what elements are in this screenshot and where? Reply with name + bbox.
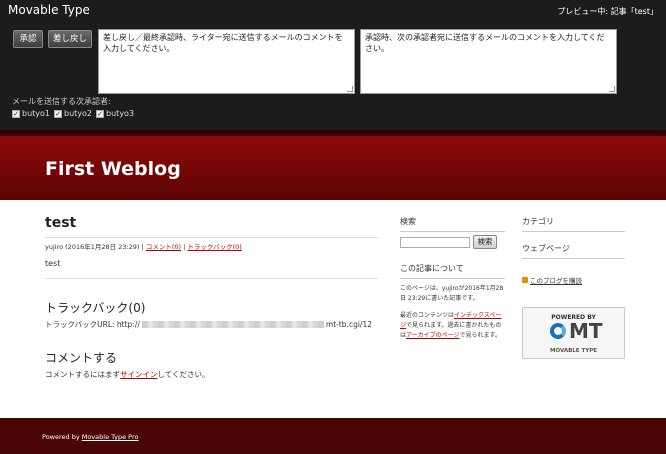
resize-grip-icon[interactable] — [609, 86, 615, 92]
blog-header: First Weblog — [0, 130, 666, 200]
checkbox-checked-icon[interactable]: ✓ — [96, 109, 105, 118]
about-text: このページは、yujiroが2016年1月28日 23:29に書いた記事です。 — [400, 285, 504, 302]
main-content: test yujiro (2016年1月28日 23:29) | コメント(0)… — [0, 200, 666, 418]
rss-feed-icon — [522, 277, 528, 283]
entry-author-date: yujiro (2016年1月28日 23:29) — [45, 243, 140, 251]
recipient-checkbox-butyo1[interactable]: ✓ butyo1 — [12, 109, 50, 118]
trackbacks-link[interactable]: トラックバック(0) — [187, 243, 241, 251]
entry-meta: yujiro (2016年1月28日 23:29) | コメント(0) | トラ… — [45, 237, 378, 251]
resize-grip-icon[interactable] — [347, 86, 353, 92]
reject-comment-textarea[interactable]: 差し戻し／最終承認時、ライター宛に送信するメールのコメントを入力してください。 — [98, 29, 355, 94]
app-brand: Movable Type — [8, 3, 90, 17]
approve-comment-textarea[interactable]: 承認時、次の承認者宛に送信するメールのコメントを入力してください。 — [360, 29, 617, 94]
blog-title[interactable]: First Weblog — [45, 158, 181, 180]
comment-text-before: コメントするにはまず — [45, 370, 120, 379]
recipient-checkboxes: ✓ butyo1 ✓ butyo2 ✓ butyo3 — [12, 109, 134, 118]
comments-link[interactable]: コメント(0) — [146, 243, 181, 251]
trackback-heading: トラックバック(0) — [45, 301, 146, 315]
archive-page-link[interactable]: アーカイブのページ — [406, 332, 460, 339]
powered-by-mt-badge[interactable]: POWERED BY MT MOVABLE TYPE — [522, 307, 625, 359]
badge-sub-text: MOVABLE TYPE — [549, 348, 598, 354]
recipient-label: butyo2 — [64, 109, 93, 118]
approve-button[interactable]: 承認 — [13, 30, 43, 48]
footer-text: Powered by Movable Type Pro — [42, 433, 138, 441]
checkbox-checked-icon[interactable]: ✓ — [54, 109, 63, 118]
trackback-url: トラックバックURL: http:// mt-tb.cgi/12 — [45, 319, 372, 330]
subscribe-link[interactable]: このブログを購読 — [530, 275, 582, 285]
comment-signin-text: コメントするにはまずサインインしてください。 — [45, 369, 210, 380]
subscribe-feed[interactable]: このブログを購読 — [522, 275, 582, 285]
recipients-label: メールを送信する次承認者: — [12, 97, 111, 106]
about-text-links: 最近のコンテンツはインデックスページで見られます。過去に書かれたものはアーカイブ… — [400, 311, 505, 341]
recipient-checkbox-butyo3[interactable]: ✓ butyo3 — [96, 109, 134, 118]
footer-mt-link[interactable]: Movable Type Pro — [82, 433, 139, 441]
about-text-part: 最近のコンテンツは — [400, 312, 455, 319]
search-button[interactable]: 検索 — [473, 235, 497, 249]
meta-separator: | — [141, 243, 144, 251]
about-heading: この記事について — [400, 263, 505, 279]
comment-text-after: してください。 — [157, 370, 210, 379]
preview-toolbar: Movable Type プレビュー中: 記事「test」 承認 差し戻し 差し… — [0, 0, 666, 130]
signin-link[interactable]: サインイン — [120, 370, 158, 379]
entry-title: test — [45, 215, 77, 231]
search-heading: 検索 — [400, 216, 505, 232]
comment-heading: コメントする — [45, 351, 118, 365]
entry-divider — [45, 278, 378, 279]
recipient-label: butyo1 — [22, 109, 51, 118]
checkbox-checked-icon[interactable]: ✓ — [12, 109, 20, 118]
recipient-label: butyo3 — [106, 109, 135, 118]
footer-powered-label: Powered by — [42, 433, 82, 441]
trackback-url-label: トラックバックURL: http:// — [45, 320, 140, 329]
search-input[interactable] — [400, 237, 470, 248]
meta-separator: | — [183, 243, 186, 251]
mt-logo: MT — [550, 321, 603, 341]
footer: Powered by Movable Type Pro — [0, 418, 666, 454]
mt-logo-text: MT — [569, 319, 603, 343]
mt-logo-icon — [550, 323, 566, 339]
reject-comment-text: 差し戻し／最終承認時、ライター宛に送信するメールのコメントを入力してください。 — [103, 33, 343, 53]
approve-comment-text: 承認時、次の承認者宛に送信するメールのコメントを入力してください。 — [365, 33, 605, 53]
reject-button[interactable]: 差し戻し — [48, 30, 92, 48]
redacted-url — [141, 321, 324, 328]
entry-body: test — [45, 259, 61, 268]
webpage-heading: ウェブページ — [522, 243, 625, 259]
preview-status: プレビュー中: 記事「test」 — [557, 7, 658, 16]
about-text-part: で見られます。 — [459, 332, 501, 339]
trackback-url-suffix: mt-tb.cgi/12 — [325, 320, 372, 329]
recipient-checkbox-butyo2[interactable]: ✓ butyo2 — [54, 109, 92, 118]
category-heading: カテゴリ — [522, 216, 625, 232]
